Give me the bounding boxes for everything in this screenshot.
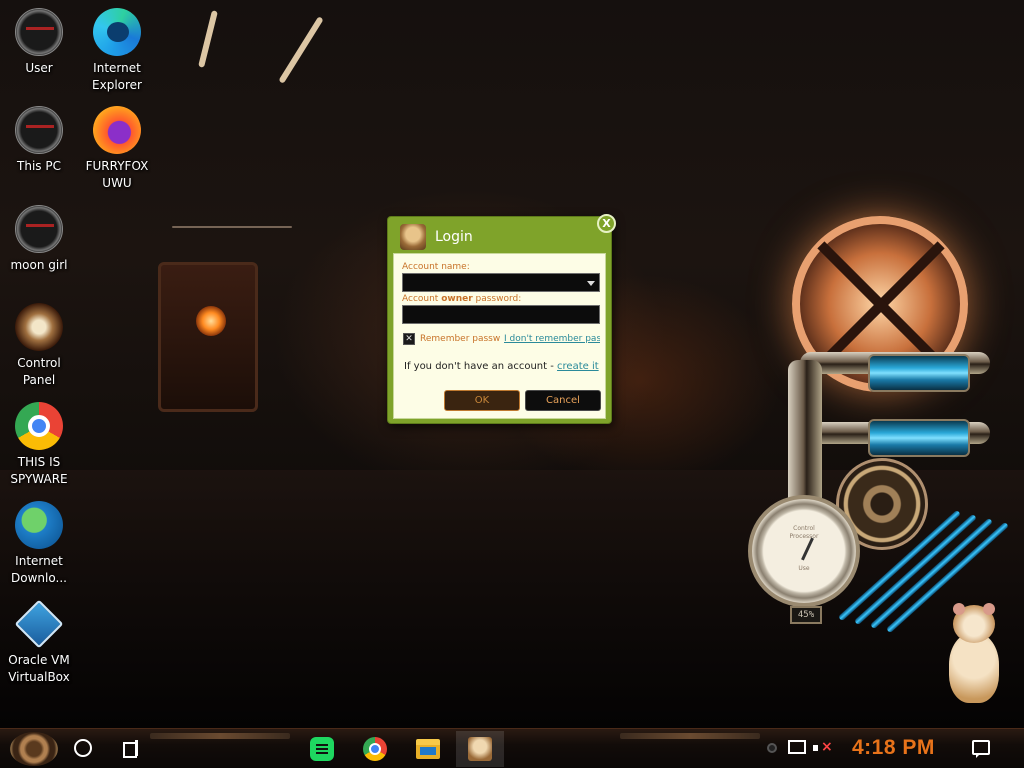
desktop-icon-internet-explorer[interactable]: Internet Explorer xyxy=(78,8,156,94)
desktop-icon-label: Oracle VM VirtualBox xyxy=(8,653,70,684)
sci-fi-door xyxy=(158,262,258,412)
taskbar: 4:18 PM xyxy=(0,728,1024,768)
hamster-app-icon xyxy=(400,224,426,250)
taskbar-decoration xyxy=(620,733,760,739)
hamster-pet[interactable] xyxy=(945,603,1003,705)
cpu-percent-readout: 45% xyxy=(790,606,822,624)
password-label-prefix: Account xyxy=(402,294,442,304)
edge-icon xyxy=(93,8,141,56)
gauge-needle xyxy=(801,537,814,561)
file-explorer-icon[interactable] xyxy=(416,739,440,759)
hamster-app-icon[interactable] xyxy=(468,737,492,761)
desktop-icon-user[interactable]: User xyxy=(0,8,78,77)
account-name-label: Account name: xyxy=(402,262,470,272)
chrome-icon[interactable] xyxy=(363,737,387,761)
password-label-suffix: password: xyxy=(472,294,522,304)
gauge-label-bottom: Use xyxy=(798,565,810,572)
chrome-icon xyxy=(15,402,63,450)
coolant-tube xyxy=(868,419,970,457)
desktop-icon-label: This PC xyxy=(17,159,61,173)
desktop-icon-label: Internet Downlo... xyxy=(11,554,67,585)
desktop-icon-label: Internet Explorer xyxy=(92,61,142,92)
hamster-ear xyxy=(953,603,965,615)
desktop-icon-internet-download-manager[interactable]: Internet Downlo... xyxy=(0,501,78,587)
chevron-down-icon[interactable] xyxy=(587,281,595,286)
signup-text: If you don't have an account - xyxy=(404,361,558,372)
password-field[interactable] xyxy=(402,305,600,324)
desktop-icon-this-pc[interactable]: This PC xyxy=(0,106,78,175)
account-name-dropdown[interactable] xyxy=(402,273,600,292)
coolant-tube xyxy=(868,354,970,392)
idm-icon xyxy=(15,501,63,549)
password-label: Account owner password: xyxy=(402,294,521,304)
remember-checkbox[interactable]: ✕ xyxy=(403,333,415,345)
spotify-icon[interactable] xyxy=(310,737,334,761)
forgot-password-link[interactable]: I don't remember pas xyxy=(504,334,600,344)
gauge-icon xyxy=(15,106,63,154)
desktop-icon-furryfox[interactable]: FURRYFOX UWU xyxy=(78,106,156,192)
create-account-link[interactable]: create it xyxy=(557,361,599,372)
ceiling-light xyxy=(198,10,218,68)
cpu-gauge: Control Processor Use xyxy=(748,495,860,607)
cortana-search-icon[interactable] xyxy=(74,739,92,757)
gauge-icon xyxy=(15,8,63,56)
lightbulb-icon xyxy=(15,303,63,351)
desktop-icon-virtualbox[interactable]: Oracle VM VirtualBox xyxy=(0,599,78,686)
password-label-bold: owner xyxy=(441,294,473,304)
virtualbox-icon xyxy=(14,599,64,649)
desktop-icon-label: User xyxy=(25,61,53,75)
gauge-label-mid: Processor xyxy=(789,533,819,540)
close-button[interactable]: X xyxy=(597,214,616,233)
notification-center-icon[interactable] xyxy=(972,740,990,758)
ceiling-light xyxy=(172,226,292,228)
desktop-icon-label: FURRYFOX UWU xyxy=(85,159,149,190)
taskbar-clock[interactable]: 4:18 PM xyxy=(852,736,935,760)
gauge-label-top: Control xyxy=(793,525,815,532)
tray-overflow-icon[interactable] xyxy=(767,743,777,753)
door-light xyxy=(196,306,226,336)
start-button[interactable] xyxy=(10,732,58,766)
desktop-icon-this-is-spyware[interactable]: THIS IS SPYWARE xyxy=(0,402,78,488)
hamster-body xyxy=(949,633,999,703)
login-titlebar[interactable]: Login xyxy=(388,217,613,253)
cancel-button[interactable]: Cancel xyxy=(525,390,601,411)
volume-muted-icon[interactable] xyxy=(813,739,833,756)
desktop-icon-control-panel[interactable]: Control Panel xyxy=(0,303,78,389)
ok-button[interactable]: OK xyxy=(444,390,520,411)
login-form: Account name: Account owner password: ✕ … xyxy=(393,253,606,419)
network-icon[interactable] xyxy=(788,740,806,756)
ceiling-light xyxy=(278,16,324,84)
hamster-ear xyxy=(983,603,995,615)
desktop-icon-label: THIS IS SPYWARE xyxy=(10,455,68,486)
desktop-icon-moon-girl[interactable]: moon girl xyxy=(0,205,78,274)
firefox-icon xyxy=(93,106,141,154)
signup-prompt: If you don't have an account - create it xyxy=(404,361,599,372)
task-view-icon[interactable] xyxy=(121,740,139,758)
desktop-icon-label: Control Panel xyxy=(17,356,61,387)
gauge-icon xyxy=(15,205,63,253)
desktop-icon-label: moon girl xyxy=(10,258,68,272)
remember-label[interactable]: Remember passw xyxy=(420,334,500,344)
login-title: Login xyxy=(435,229,473,245)
login-dialog: Login X Account name: Account owner pass… xyxy=(387,214,616,424)
pipe xyxy=(788,360,822,510)
taskbar-decoration xyxy=(150,733,290,739)
